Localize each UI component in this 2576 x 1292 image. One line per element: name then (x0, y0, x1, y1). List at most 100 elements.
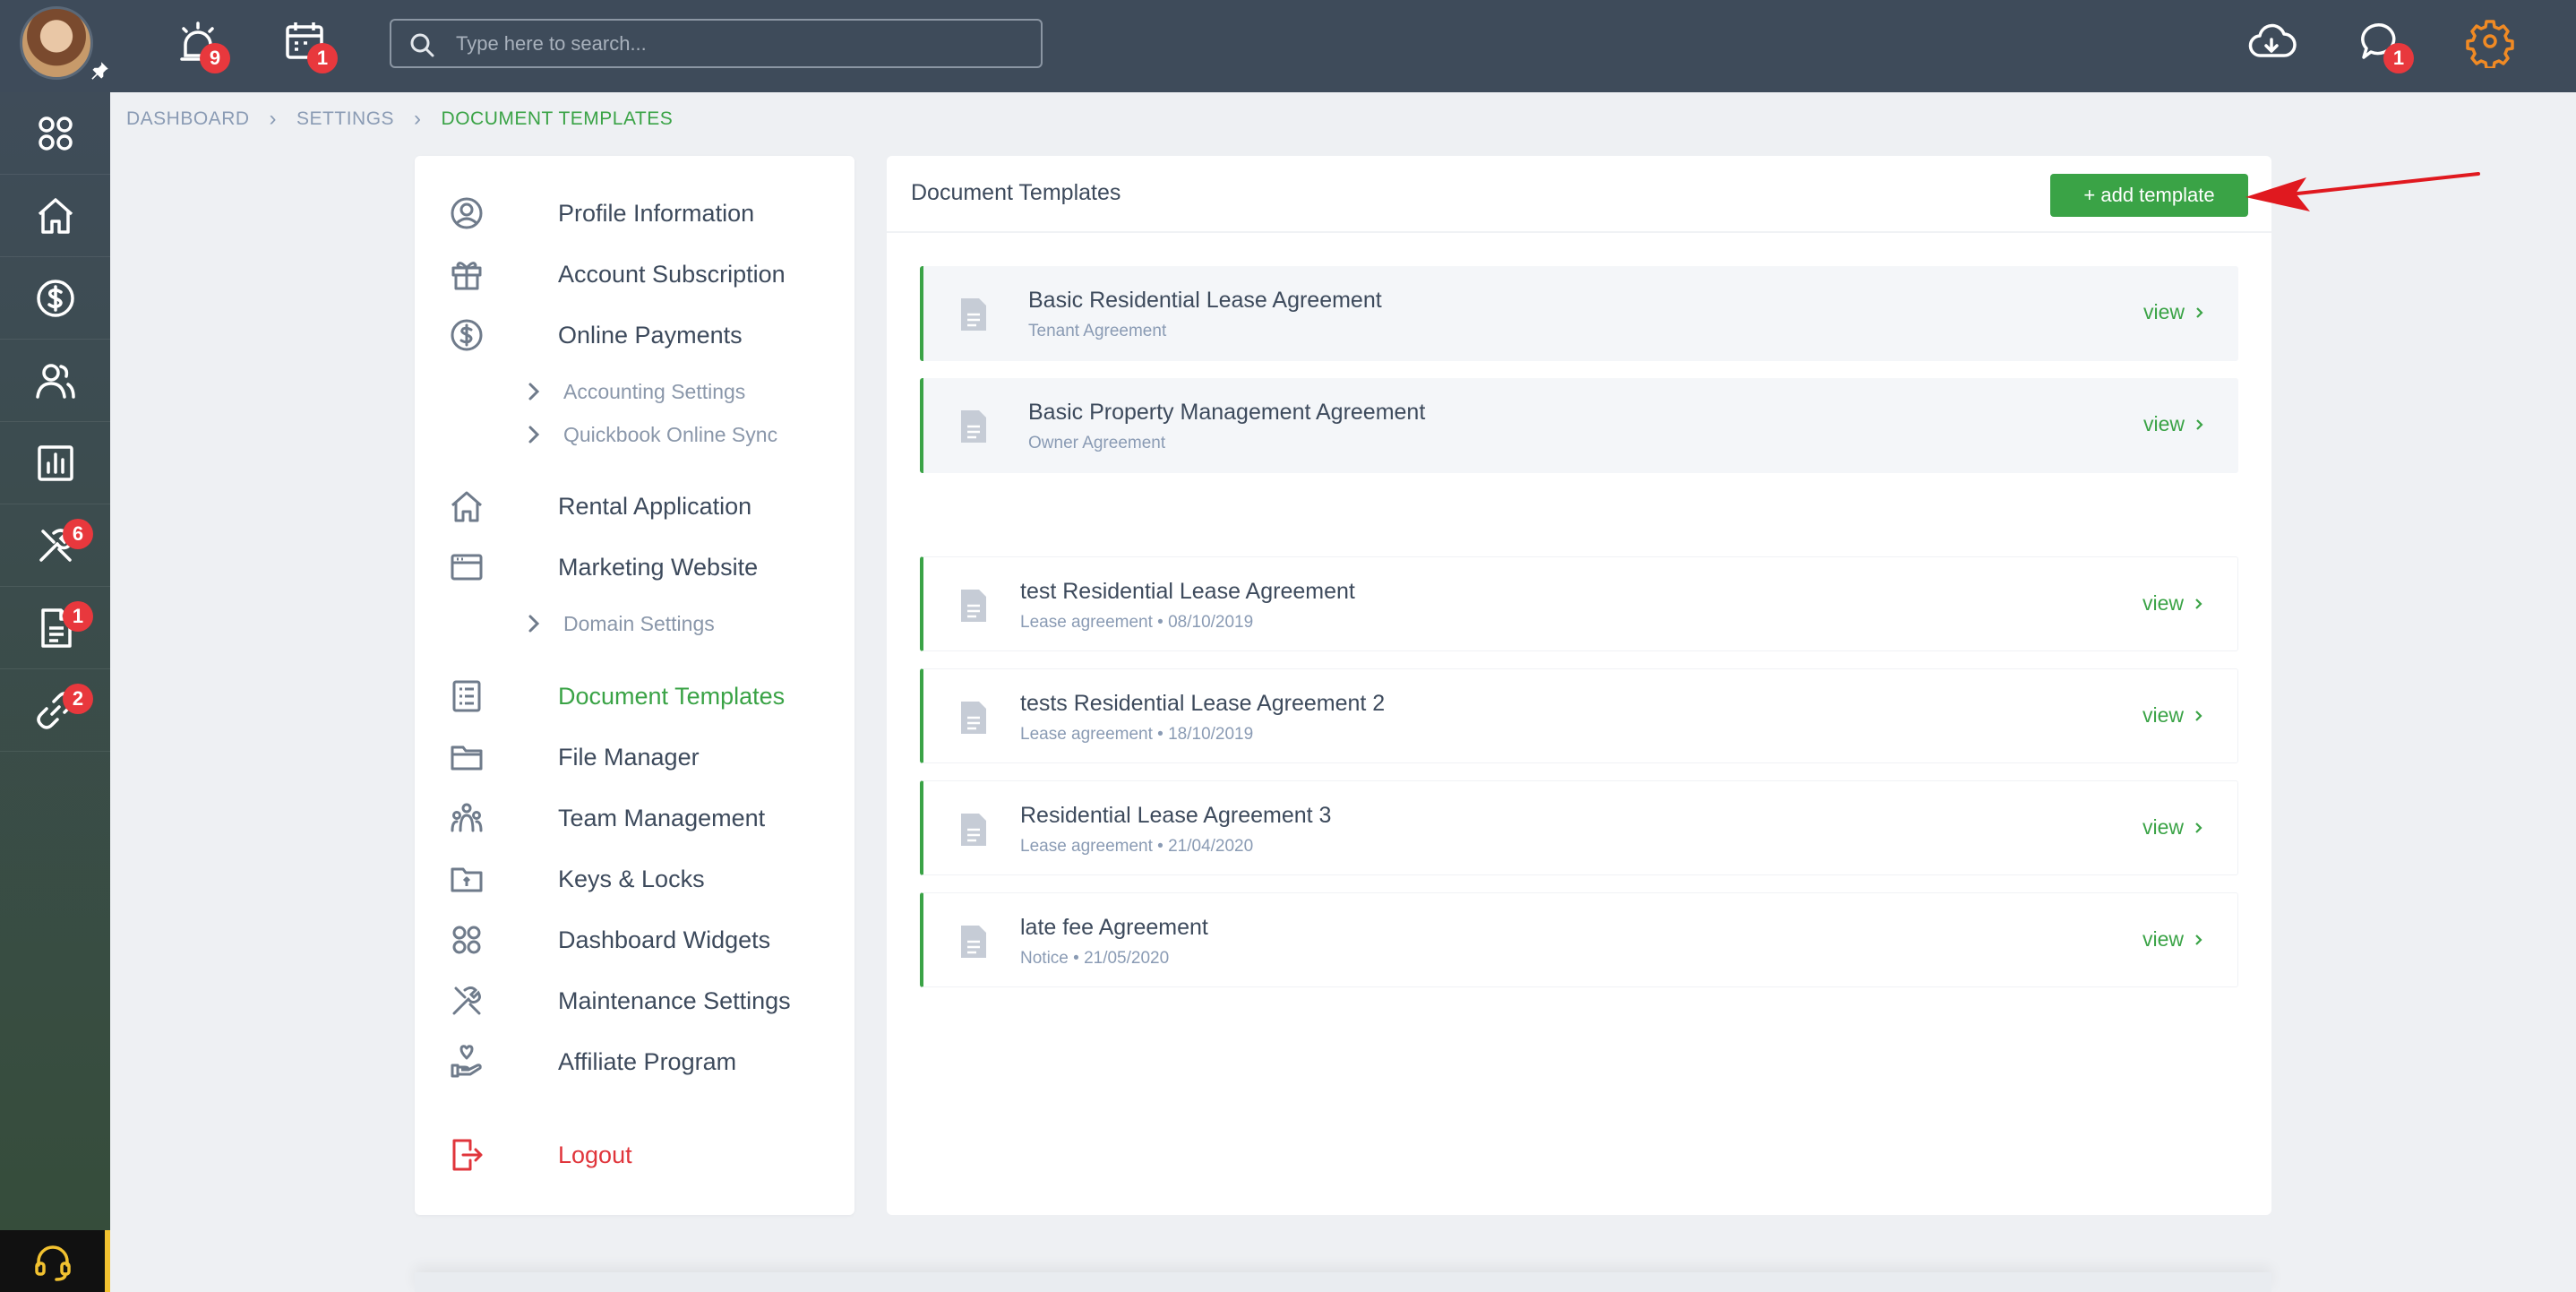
chevron-right-icon (2195, 710, 2202, 721)
footer (415, 1272, 2271, 1292)
browser-icon (451, 554, 483, 581)
breadcrumb-settings[interactable]: SETTINGS (296, 108, 394, 130)
download-button[interactable] (2246, 18, 2297, 68)
view-link[interactable]: view (2143, 412, 2206, 436)
document-icon (961, 702, 986, 734)
menu-profile-information[interactable]: Profile Information (449, 191, 754, 236)
add-template-button[interactable]: + add template (2050, 174, 2248, 217)
top-bar: 9 1 1 (0, 0, 2576, 92)
menu-label: Rental Application (558, 492, 752, 520)
key-folder-icon (451, 867, 483, 892)
menu-account-subscription[interactable]: Account Subscription (449, 252, 786, 297)
menu-rental-application[interactable]: Rental Application (449, 484, 751, 529)
nav-reports[interactable] (0, 422, 110, 504)
view-link[interactable]: view (2143, 300, 2206, 324)
menu-team-management[interactable]: Team Management (449, 796, 765, 840)
alarm-button[interactable]: 9 (173, 18, 230, 73)
template-meta: Notice • 21/05/2020 (1020, 949, 1170, 968)
chat-button[interactable]: 1 (2357, 18, 2414, 73)
template-name: Basic Property Management Agreement (1028, 400, 1426, 425)
template-row[interactable]: test Residential Lease Agreement Lease a… (920, 556, 2238, 651)
menu-marketing-website[interactable]: Marketing Website (449, 545, 758, 590)
menu-file-manager[interactable]: File Manager (449, 735, 700, 780)
document-icon (961, 814, 986, 846)
annotation-arrow-icon (2245, 172, 2480, 211)
view-label: view (2142, 815, 2184, 839)
nav-widgets[interactable] (0, 92, 110, 175)
logout-icon (452, 1139, 483, 1171)
breadcrumb: DASHBOARD › SETTINGS › DOCUMENT TEMPLATE… (126, 106, 673, 133)
view-link[interactable]: view (2142, 591, 2205, 616)
support-button[interactable] (0, 1230, 110, 1292)
search-input[interactable] (456, 28, 1020, 60)
settings-menu: Profile Information Account Subscription… (415, 156, 854, 1215)
template-row[interactable]: tests Residential Lease Agreement 2 Leas… (920, 668, 2238, 763)
menu-label: Online Payments (558, 321, 743, 349)
view-label: view (2142, 412, 2185, 435)
submenu-quickbook-sync[interactable]: Quickbook Online Sync (524, 417, 777, 452)
nav-documents[interactable]: 1 (0, 587, 110, 669)
panel-header: Document Templates + add template (887, 156, 2271, 233)
tools-icon (452, 986, 481, 1015)
template-row[interactable]: late fee Agreement Notice • 21/05/2020 v… (920, 892, 2238, 987)
menu-label: Document Templates (558, 682, 786, 710)
home-icon (38, 197, 73, 234)
breadcrumb-dashboard[interactable]: DASHBOARD (126, 108, 250, 130)
left-nav: 6 1 2 (0, 92, 110, 1230)
view-link[interactable]: view (2142, 703, 2205, 728)
calendar-badge: 1 (307, 43, 338, 73)
template-row[interactable]: Residential Lease Agreement 3 Lease agre… (920, 780, 2238, 875)
menu-document-templates[interactable]: Document Templates (449, 674, 785, 719)
template-name: test Residential Lease Agreement (1020, 579, 1355, 604)
cloud-download-icon (2248, 23, 2297, 57)
search-box[interactable] (390, 19, 1043, 68)
nav-home[interactable] (0, 175, 110, 257)
template-meta: Lease agreement • 08/10/2019 (1020, 613, 1254, 632)
template-row[interactable]: Basic Residential Lease Agreement Tenant… (920, 266, 2238, 361)
user-avatar[interactable] (20, 6, 93, 80)
submenu-domain-settings[interactable]: Domain Settings (524, 606, 715, 642)
template-name: late fee Agreement (1020, 915, 1208, 940)
nav-people[interactable] (0, 340, 110, 422)
menu-label: Marketing Website (558, 553, 759, 581)
alarm-badge: 9 (200, 43, 230, 73)
menu-label: Dashboard Widgets (558, 926, 771, 953)
submenu-accounting-settings[interactable]: Accounting Settings (524, 374, 745, 409)
nav-maintenance[interactable]: 6 (0, 504, 110, 587)
submenu-label: Quickbook Online Sync (563, 422, 778, 446)
chevron-right-icon (2196, 418, 2203, 430)
view-link[interactable]: view (2142, 815, 2205, 840)
pin-icon[interactable] (88, 59, 111, 82)
template-name: tests Residential Lease Agreement 2 (1020, 691, 1386, 716)
chat-badge: 1 (2383, 43, 2414, 73)
menu-maintenance-settings[interactable]: Maintenance Settings (449, 978, 791, 1023)
chevron-right-icon (528, 383, 540, 401)
menu-label: Profile Information (558, 199, 755, 227)
menu-affiliate-program[interactable]: Affiliate Program (449, 1039, 736, 1084)
nav-payments[interactable] (0, 257, 110, 340)
template-name: Basic Residential Lease Agreement (1028, 288, 1382, 313)
menu-keys-locks[interactable]: Keys & Locks (449, 857, 705, 901)
chevron-right-icon (2196, 306, 2203, 318)
menu-online-payments[interactable]: Online Payments (449, 313, 743, 357)
maintenance-badge: 6 (63, 519, 93, 549)
settings-button[interactable] (2465, 18, 2515, 70)
template-meta: Lease agreement • 18/10/2019 (1020, 725, 1254, 744)
menu-label: Team Management (558, 804, 766, 831)
menu-logout[interactable]: Logout (449, 1133, 632, 1177)
home-icon (451, 491, 482, 522)
search-icon (410, 33, 434, 57)
grid-icon (38, 116, 73, 151)
users-icon (35, 363, 75, 399)
document-icon (961, 590, 986, 622)
nav-links[interactable]: 2 (0, 669, 110, 752)
template-type: Tenant Agreement (1028, 322, 1167, 340)
menu-label: File Manager (558, 743, 700, 771)
document-templates-panel: Document Templates + add template Basic … (887, 156, 2271, 1215)
calendar-button[interactable]: 1 (280, 18, 338, 73)
menu-dashboard-widgets[interactable]: Dashboard Widgets (449, 917, 770, 962)
view-link[interactable]: view (2142, 927, 2205, 952)
view-label: view (2142, 300, 2185, 323)
template-row[interactable]: Basic Property Management Agreement Owne… (920, 378, 2238, 473)
documents-badge: 1 (63, 601, 93, 632)
